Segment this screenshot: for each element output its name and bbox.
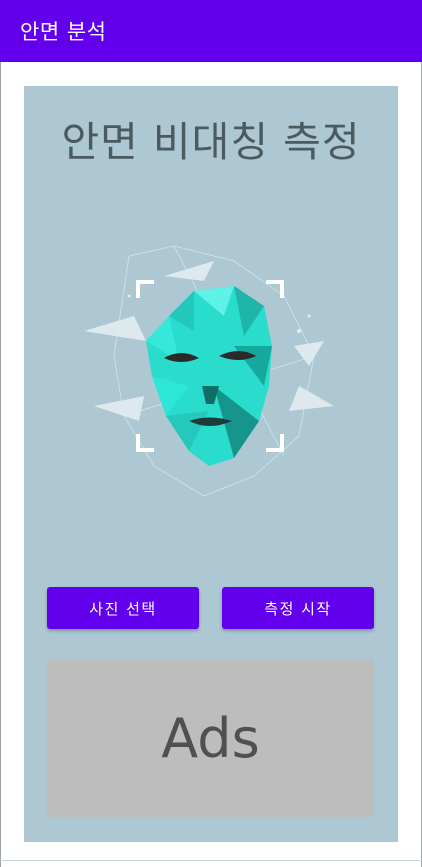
app-title: 안면 분석	[20, 20, 107, 44]
ad-label: Ads	[161, 706, 260, 770]
ad-banner[interactable]: Ads	[47, 659, 374, 817]
content-panel: 안면 비대칭 측정 사진 선택 측정 시작 Ads	[24, 86, 398, 842]
face-scan-icon	[84, 245, 334, 497]
app-bar: 안면 분석	[0, 0, 422, 62]
start-measure-button[interactable]: 측정 시작	[222, 587, 374, 629]
frame-border-left	[0, 62, 1, 867]
bottom-divider	[0, 860, 422, 861]
page-title: 안면 비대칭 측정	[61, 118, 361, 166]
select-photo-button[interactable]: 사진 선택	[47, 587, 199, 629]
face-polygon	[146, 286, 272, 466]
